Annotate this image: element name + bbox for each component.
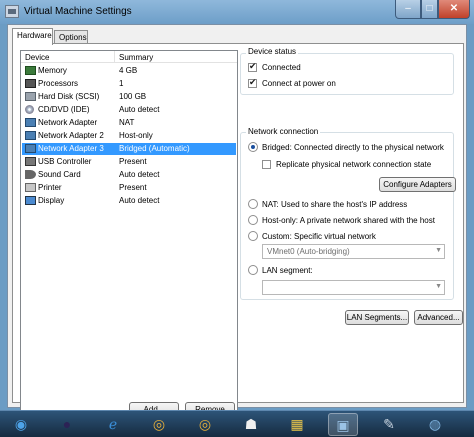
network-adapter-icon [25, 144, 36, 153]
title-bar[interactable]: Virtual Machine Settings – □ ✕ [0, 0, 474, 24]
start-orb-icon[interactable]: ◉ [6, 413, 36, 436]
list-header: Device Summary [21, 51, 237, 63]
device-summary: 1 [119, 79, 124, 88]
device-name: CD/DVD (IDE) [38, 105, 90, 114]
device-list[interactable]: Device Summary Memory 4 GB Processors 1 Hard… [20, 50, 238, 414]
device-name: Hard Disk (SCSI) [38, 92, 100, 101]
chevron-down-icon: ▼ [435, 247, 442, 254]
host-only-label: Host-only: A private network shared with… [262, 216, 435, 225]
dialog-client-area: Hardware Options Device Summary Memory 4 … [7, 24, 467, 417]
device-summary: Present [119, 157, 147, 166]
tool-icon[interactable]: ✎ [374, 413, 404, 436]
internet-explorer-icon[interactable]: ℯ [98, 413, 128, 436]
hard-disk-icon [25, 92, 36, 101]
device-row[interactable]: Sound Card Auto detect [22, 169, 236, 181]
chrome-icon[interactable]: ◎ [144, 413, 174, 436]
chevron-down-icon: ▼ [435, 283, 442, 290]
tab-hardware[interactable]: Hardware [12, 28, 53, 45]
custom-label: Custom: Specific virtual network [262, 232, 376, 241]
printer-icon [25, 183, 36, 192]
device-name: USB Controller [38, 157, 92, 166]
vmnet-value: VMnet0 (Auto-bridging) [267, 247, 350, 256]
sound-card-icon [25, 170, 36, 179]
device-row[interactable]: Network Adapter 2 Host-only [22, 130, 236, 142]
device-summary: 100 GB [119, 92, 147, 101]
nat-label: NAT: Used to share the host's IP address [262, 200, 408, 209]
device-summary: NAT [119, 118, 135, 127]
cd-dvd-icon [25, 105, 34, 114]
device-summary: 4 GB [119, 66, 138, 75]
device-status-group: Device status Connected Connect at power… [240, 47, 454, 95]
replicate-state-checkbox[interactable] [262, 160, 271, 169]
processor-icon [25, 79, 36, 88]
device-summary: Host-only [119, 131, 153, 140]
display-icon [25, 196, 36, 205]
lan-segments-button[interactable]: LAN Segments... [345, 310, 409, 325]
network-adapter-icon [25, 131, 36, 140]
device-row[interactable]: Network Adapter 3 Bridged (Automatic) [22, 143, 236, 155]
connected-checkbox[interactable] [248, 61, 257, 72]
vmware-icon[interactable]: ▣ [328, 413, 358, 436]
device-row[interactable]: Display Auto detect [22, 195, 236, 207]
connect-at-power-on-label: Connect at power on [262, 79, 336, 88]
memory-icon [25, 66, 36, 75]
device-name: Printer [38, 183, 62, 192]
reader-icon[interactable]: ☗ [236, 413, 266, 436]
folder-app-icon[interactable]: ▦ [282, 413, 312, 436]
tab-options[interactable]: Options [54, 30, 88, 44]
column-header-device[interactable]: Device [25, 53, 49, 62]
bridged-radio[interactable] [248, 142, 258, 152]
virtual-machine-settings-window: Virtual Machine Settings – □ ✕ Hardware … [0, 0, 474, 417]
device-name: Processors [38, 79, 79, 88]
window-title: Virtual Machine Settings [24, 6, 132, 17]
replicate-state-label: Replicate physical network connection st… [276, 160, 432, 169]
device-name: Network Adapter 3 [38, 144, 104, 153]
device-row[interactable]: CD/DVD (IDE) Auto detect [22, 104, 236, 116]
close-button[interactable]: ✕ [438, 0, 470, 19]
vm-settings-icon [5, 5, 19, 18]
vmnet-dropdown[interactable]: VMnet0 (Auto-bridging) ▼ [262, 244, 445, 259]
device-summary: Present [119, 183, 147, 192]
device-row[interactable]: Hard Disk (SCSI) 100 GB [22, 91, 236, 103]
taskbar: ◉ ● ℯ ◎ ◎ ☗ ▦ ▣ ✎ ◍ [0, 410, 474, 437]
eclipse-icon[interactable]: ● [52, 413, 82, 436]
lan-segment-dropdown[interactable]: ▼ [262, 280, 445, 295]
maximize-button[interactable]: □ [421, 0, 438, 19]
device-name: Sound Card [38, 170, 81, 179]
advanced-button[interactable]: Advanced... [414, 310, 463, 325]
device-name: Network Adapter [38, 118, 98, 127]
bridged-label: Bridged: Connected directly to the physi… [262, 143, 444, 152]
device-row[interactable]: Network Adapter NAT [22, 117, 236, 129]
custom-radio[interactable] [248, 231, 258, 241]
host-only-radio[interactable] [248, 215, 258, 225]
app-icon[interactable]: ◍ [420, 413, 450, 436]
configure-adapters-button[interactable]: Configure Adapters [379, 177, 456, 192]
device-row[interactable]: Printer Present [22, 182, 236, 194]
device-name: Memory [38, 66, 67, 75]
device-name: Display [38, 196, 65, 205]
network-connection-group: Network connection Bridged: Connected di… [240, 127, 454, 300]
device-summary: Auto detect [119, 170, 160, 179]
nat-radio[interactable] [248, 199, 258, 209]
connect-at-power-on-checkbox[interactable] [248, 77, 257, 88]
chrome-icon[interactable]: ◎ [190, 413, 220, 436]
minimize-button[interactable]: – [395, 0, 421, 19]
device-summary: Auto detect [119, 196, 160, 205]
device-name: Network Adapter 2 [38, 131, 104, 140]
network-adapter-icon [25, 118, 36, 127]
column-separator[interactable] [114, 51, 115, 63]
lan-segment-radio[interactable] [248, 265, 258, 275]
device-row[interactable]: USB Controller Present [22, 156, 236, 168]
network-connection-title: Network connection [246, 127, 321, 136]
device-status-title: Device status [246, 47, 299, 56]
column-header-summary[interactable]: Summary [119, 53, 153, 62]
device-summary: Bridged (Automatic) [119, 144, 190, 153]
device-row[interactable]: Processors 1 [22, 78, 236, 90]
device-summary: Auto detect [119, 105, 160, 114]
usb-controller-icon [25, 157, 36, 166]
lan-segment-label: LAN segment: [262, 266, 313, 275]
device-row[interactable]: Memory 4 GB [22, 65, 236, 77]
connected-label: Connected [262, 63, 301, 72]
